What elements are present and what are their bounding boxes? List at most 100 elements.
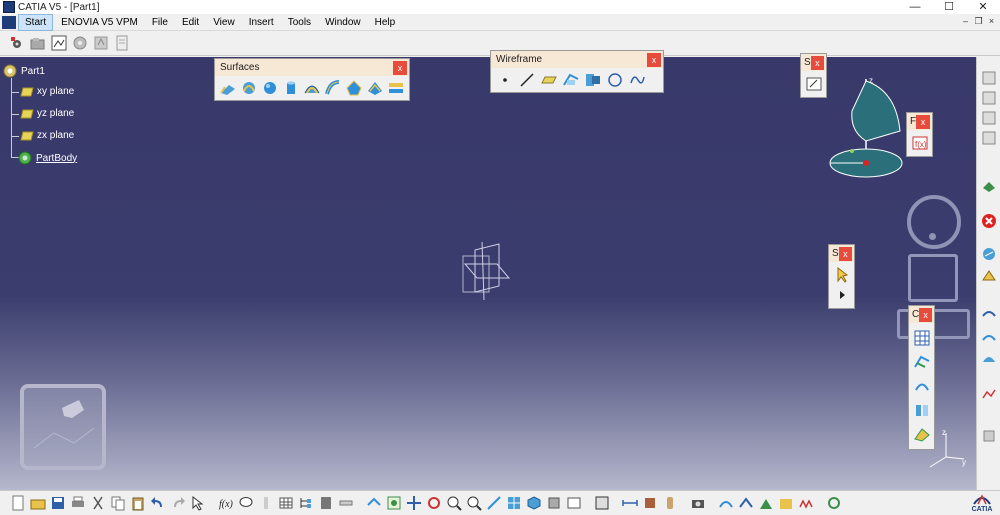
tree-item-yz-plane[interactable]: yz plane [20, 108, 74, 119]
boundary-icon[interactable] [912, 352, 932, 372]
formula-icon[interactable]: f(x) [910, 133, 930, 153]
workbench-icon-4[interactable] [980, 129, 998, 147]
compass-manipulator[interactable]: z [828, 71, 912, 186]
shading-icon[interactable] [546, 495, 562, 511]
menu-start[interactable]: Start [18, 13, 54, 31]
analysis-icon-2[interactable] [980, 327, 998, 345]
multi-view-icon[interactable] [506, 495, 522, 511]
doc-minimize-button[interactable]: – [959, 15, 972, 28]
minimize-button[interactable]: — [898, 0, 932, 14]
arc-icon[interactable] [912, 376, 932, 396]
knowledge-icon[interactable] [258, 495, 274, 511]
grid-table-icon[interactable] [912, 328, 932, 348]
rotate-icon[interactable] [426, 495, 442, 511]
save-icon[interactable] [50, 495, 66, 511]
c-toolbar[interactable]: C x [908, 305, 935, 450]
open-icon[interactable] [30, 495, 46, 511]
point-icon[interactable] [495, 70, 515, 90]
more-tools-icon[interactable] [980, 427, 998, 445]
menu-file[interactable]: File [146, 15, 174, 30]
cut-icon[interactable] [90, 495, 106, 511]
menu-tools[interactable]: Tools [282, 15, 317, 30]
multi-section-surface-icon[interactable] [365, 78, 384, 98]
menu-edit[interactable]: Edit [176, 15, 205, 30]
gear-settings-icon[interactable] [8, 34, 26, 52]
sketch-icon[interactable] [804, 74, 824, 94]
expand-arrow-icon[interactable] [832, 285, 852, 305]
revolve-surface-icon[interactable] [240, 78, 259, 98]
wireframe-toolbar-close[interactable]: x [647, 52, 661, 67]
projection-icon[interactable] [561, 70, 581, 90]
analysis-icon-3[interactable] [980, 349, 998, 367]
select-arrow-icon[interactable] [832, 265, 852, 285]
menu-window[interactable]: Window [319, 15, 367, 30]
camera-icon[interactable] [690, 495, 706, 511]
offset-surface-icon[interactable] [303, 78, 322, 98]
analysis-tool-1-icon[interactable] [718, 495, 734, 511]
material-icon[interactable] [642, 495, 658, 511]
analysis-icon-1[interactable] [980, 305, 998, 323]
link-icon[interactable] [826, 495, 842, 511]
workbench-icon-3[interactable] [980, 109, 998, 127]
comment-icon[interactable] [238, 495, 254, 511]
cylinder-icon[interactable] [282, 78, 301, 98]
update-icon[interactable] [980, 267, 998, 285]
fly-icon[interactable] [366, 495, 382, 511]
tree-root-part1[interactable]: Part1 [2, 63, 45, 79]
close-button[interactable]: ✕ [966, 0, 1000, 14]
split-icon[interactable] [912, 400, 932, 420]
analysis-icon-4[interactable] [980, 385, 998, 403]
copy-icon[interactable] [110, 495, 126, 511]
f-toolbar[interactable]: F x f(x) [906, 112, 933, 157]
circle-icon[interactable] [605, 70, 625, 90]
undo-icon[interactable] [150, 495, 166, 511]
c-toolbar-close[interactable]: x [919, 307, 932, 322]
image-icon[interactable] [50, 34, 68, 52]
tree-expand-icon[interactable] [298, 495, 314, 511]
macro-icon[interactable] [92, 34, 110, 52]
workbench-icon-1[interactable] [980, 69, 998, 87]
surfaces-toolbar-close[interactable]: x [393, 60, 407, 75]
menu-view[interactable]: View [207, 15, 241, 30]
whats-this-icon[interactable] [190, 495, 206, 511]
workbench-icon-2[interactable] [980, 89, 998, 107]
new-icon[interactable] [10, 495, 26, 511]
surfaces-toolbar[interactable]: Surfaces x [214, 58, 410, 101]
fit-all-icon[interactable] [386, 495, 402, 511]
catalog-icon[interactable] [318, 495, 334, 511]
swap-visible-icon[interactable] [980, 245, 998, 263]
s-toolbar-top[interactable]: S x [800, 53, 827, 98]
stop-icon[interactable] [980, 212, 998, 230]
analysis-tool-4-icon[interactable] [778, 495, 794, 511]
paste-icon[interactable] [130, 495, 146, 511]
s-toolbar-top-close[interactable]: x [810, 55, 824, 70]
menu-enovia[interactable]: ENOVIA V5 VPM [55, 15, 144, 30]
tree-item-zx-plane[interactable]: zx plane [20, 130, 74, 141]
bottle-icon[interactable] [662, 495, 678, 511]
doc-restore-button[interactable]: ❐ [972, 15, 985, 28]
tree-item-xy-plane[interactable]: xy plane [20, 86, 74, 97]
iso-view-icon[interactable] [526, 495, 542, 511]
join-icon[interactable] [912, 424, 932, 444]
s-toolbar-middle[interactable]: S x [828, 244, 855, 309]
table-icon[interactable] [278, 495, 294, 511]
open-folder-icon[interactable] [29, 34, 47, 52]
tree-item-partbody[interactable]: PartBody [17, 150, 77, 166]
fill-icon[interactable] [344, 78, 363, 98]
maximize-button[interactable]: ☐ [932, 0, 966, 14]
formula-fx-icon[interactable]: f(x) [218, 495, 234, 511]
intersection-icon[interactable] [583, 70, 603, 90]
zoom-in-icon[interactable] [446, 495, 462, 511]
wireframe-toolbar[interactable]: Wireframe x [490, 50, 664, 93]
plane-tool-icon[interactable] [539, 70, 559, 90]
spline-icon[interactable] [627, 70, 647, 90]
doc-close-button[interactable]: × [985, 15, 998, 28]
menu-insert[interactable]: Insert [243, 15, 280, 30]
measure-icon[interactable] [338, 495, 354, 511]
blend-icon[interactable] [386, 78, 405, 98]
tools-icon[interactable] [71, 34, 89, 52]
analysis-tool-5-icon[interactable] [798, 495, 814, 511]
sphere-icon[interactable] [261, 78, 280, 98]
analysis-tool-3-icon[interactable] [758, 495, 774, 511]
line-icon[interactable] [517, 70, 537, 90]
